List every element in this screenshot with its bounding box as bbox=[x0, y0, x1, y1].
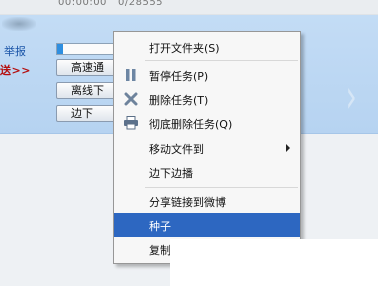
high-speed-label: 高速通 bbox=[71, 61, 104, 74]
menu-item-stream-play[interactable]: 边下边播 bbox=[114, 160, 300, 184]
right-chevron-icon[interactable]: › bbox=[345, 73, 356, 119]
white-cover-overlay bbox=[170, 239, 378, 286]
stream-label: 边下 bbox=[71, 107, 93, 120]
printer-icon bbox=[123, 116, 139, 130]
file-count: 0/28555 bbox=[118, 0, 164, 8]
context-menu: 打开文件夹(S) 暂停任务(P) 删除任务(T) 彻底删除任务(Q) 移动文件到… bbox=[113, 31, 301, 264]
menu-separator bbox=[145, 60, 298, 61]
menu-item-label: 移动文件到 bbox=[149, 143, 204, 156]
pause-icon bbox=[123, 68, 139, 82]
menu-item-label: 边下边播 bbox=[149, 167, 193, 180]
send-link[interactable]: 送>> bbox=[0, 62, 31, 78]
menu-item-seed[interactable]: 种子 bbox=[114, 213, 300, 237]
menu-item-label: 彻底删除任务(Q) bbox=[149, 118, 233, 131]
offline-label: 离线下 bbox=[71, 84, 104, 97]
submenu-arrow-icon bbox=[286, 144, 290, 152]
delete-x-icon bbox=[123, 92, 139, 106]
menu-separator bbox=[145, 187, 298, 188]
menu-item-permanently-delete[interactable]: 彻底删除任务(Q) bbox=[114, 111, 300, 135]
menu-item-label: 分享链接到微博 bbox=[149, 196, 226, 209]
menu-item-open-folder[interactable]: 打开文件夹(S) bbox=[114, 35, 300, 59]
menu-item-pause-task[interactable]: 暂停任务(P) bbox=[114, 63, 300, 87]
menu-item-label: 打开文件夹(S) bbox=[149, 42, 220, 55]
menu-item-share-weibo[interactable]: 分享链接到微博 bbox=[114, 189, 300, 213]
menu-item-label: 删除任务(T) bbox=[149, 94, 209, 107]
menu-item-move-file-to[interactable]: 移动文件到 bbox=[114, 136, 300, 160]
menu-item-delete-task[interactable]: 删除任务(T) bbox=[114, 87, 300, 111]
menu-item-label: 复制 bbox=[149, 244, 171, 257]
menu-item-label: 暂停任务(P) bbox=[149, 70, 209, 83]
task-list-header: 00:00:00 0/28555 bbox=[0, 0, 378, 15]
menu-item-label: 种子 bbox=[149, 220, 171, 233]
blurred-task-name bbox=[2, 17, 36, 31]
elapsed-time: 00:00:00 bbox=[58, 0, 107, 8]
report-link[interactable]: 举报 bbox=[4, 43, 26, 59]
